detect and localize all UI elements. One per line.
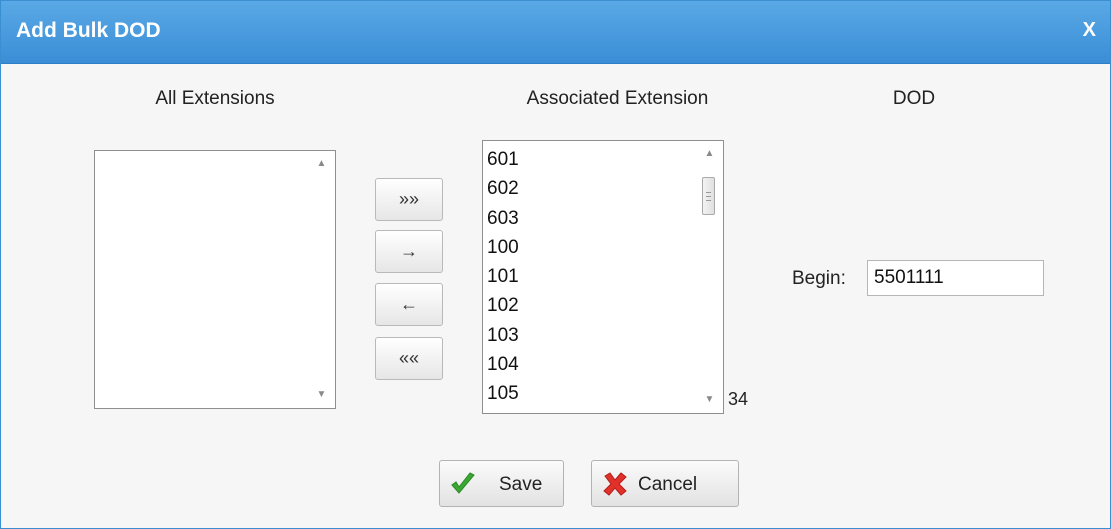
add-bulk-dod-dialog: Add Bulk DOD X All Extensions Associated… [0,0,1111,529]
scroll-thumb[interactable] [702,177,715,215]
save-button[interactable]: Save [439,460,564,507]
scroll-up-icon[interactable]: ▲ [696,144,723,164]
dialog-titlebar: Add Bulk DOD X [1,1,1110,64]
dialog-title: Add Bulk DOD [16,19,161,42]
list-item[interactable]: 603 [487,204,693,233]
extension-count: 34 [728,389,749,409]
scroll-up-icon[interactable]: ▲ [308,154,335,174]
begin-input[interactable] [867,260,1044,296]
cancel-button[interactable]: Cancel [591,460,739,507]
list-item[interactable]: 104 [487,350,693,379]
list-item[interactable]: 100 [487,233,693,262]
dod-header: DOD [892,88,936,109]
close-icon[interactable]: X [1083,19,1096,42]
all-extensions-list[interactable]: ▲ ▼ [94,150,336,409]
cancel-label: Cancel [638,474,698,495]
begin-label: Begin: [792,268,846,289]
remove-all-button[interactable]: «« [375,337,443,380]
scroll-down-icon[interactable]: ▼ [308,385,335,405]
save-label: Save [499,474,543,495]
add-one-button[interactable]: → [375,230,443,273]
list-item[interactable]: 103 [487,321,693,350]
associated-extension-list[interactable]: 601 602 603 100 101 102 103 104 105 ▲ ▼ [482,140,724,414]
checkmark-icon [451,472,475,494]
associated-extension-header: Associated Extension [526,88,709,109]
all-extensions-header: All Extensions [155,88,275,109]
remove-one-button[interactable]: ← [375,283,443,326]
all-extensions-scrollbar[interactable]: ▲ ▼ [308,151,335,408]
list-item[interactable]: 602 [487,174,693,203]
list-item[interactable]: 601 [487,145,693,174]
associated-extension-scrollbar[interactable]: ▲ ▼ [696,141,723,413]
cancel-x-icon [603,472,627,496]
list-item[interactable]: 102 [487,291,693,320]
scroll-down-icon[interactable]: ▼ [696,390,723,410]
list-item[interactable]: 105 [487,379,693,408]
add-all-button[interactable]: »» [375,178,443,221]
associated-extension-items: 601 602 603 100 101 102 103 104 105 [487,145,693,409]
list-item[interactable]: 101 [487,262,693,291]
